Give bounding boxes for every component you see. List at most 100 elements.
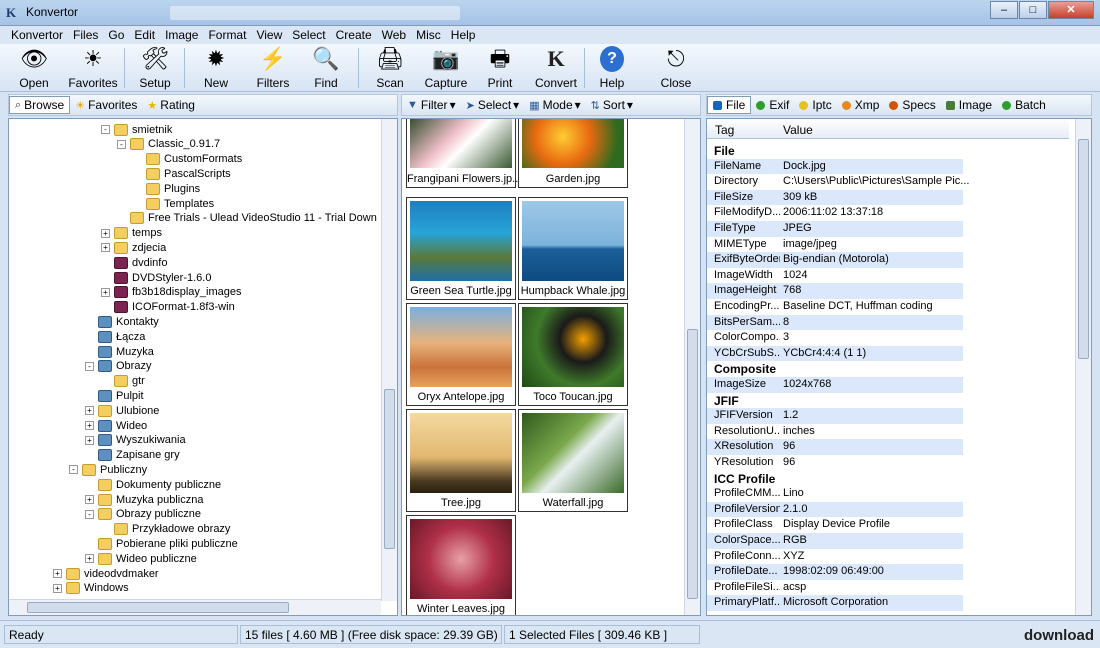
tag-column-header[interactable]: Tag bbox=[715, 123, 734, 137]
property-row[interactable]: PrimaryPlatf... Microsoft Corporation bbox=[707, 595, 1069, 611]
tree-item[interactable]: - Classic_0.91.7 bbox=[117, 137, 220, 152]
tree-item[interactable]: Pobierane pliki publiczne bbox=[85, 536, 238, 551]
filter-dropdown[interactable]: ▼ Filter ▾ bbox=[402, 96, 461, 114]
property-row[interactable]: ColorSpace... RGB bbox=[707, 533, 1069, 549]
menu-files[interactable]: Files bbox=[68, 26, 103, 44]
tab-exif[interactable]: Exif bbox=[751, 96, 794, 114]
minimize-button[interactable]: – bbox=[990, 1, 1018, 19]
tree-item[interactable]: + Muzyka publiczna bbox=[85, 492, 203, 507]
select-dropdown[interactable]: ➤ Select ▾ bbox=[461, 96, 525, 114]
tree-expander-icon[interactable]: - bbox=[101, 125, 110, 134]
property-group-header[interactable]: Composite bbox=[707, 361, 1069, 377]
tree-item[interactable]: Zapisane gry bbox=[85, 448, 180, 463]
tree-expander-icon[interactable]: - bbox=[85, 509, 94, 519]
property-row[interactable]: FileType JPEG bbox=[707, 221, 1069, 237]
tab-batch[interactable]: Batch bbox=[997, 96, 1051, 114]
tab-xmp[interactable]: Xmp bbox=[837, 96, 885, 114]
tree-expander-icon[interactable]: + bbox=[85, 406, 94, 416]
thumbnail[interactable]: Humpback Whale.jpg bbox=[518, 197, 628, 300]
property-row[interactable]: ExifByteOrder Big-endian (Motorola) bbox=[707, 252, 1069, 268]
maximize-button[interactable]: □ bbox=[1019, 1, 1047, 19]
tree-item[interactable]: Przykładowe obrazy bbox=[101, 522, 230, 537]
tree-item[interactable]: Muzyka bbox=[85, 344, 154, 359]
thumbnails-vertical-scrollbar[interactable] bbox=[684, 119, 700, 615]
setup-button[interactable]: 🛠 Setup bbox=[132, 46, 178, 90]
tree-item[interactable]: Pulpit bbox=[85, 388, 144, 403]
thumbnail[interactable]: Garden.jpg bbox=[518, 119, 628, 188]
property-group-header[interactable]: ICC Profile bbox=[707, 471, 1069, 487]
print-button[interactable]: 🖶 Print bbox=[478, 46, 522, 90]
thumbnail[interactable]: Waterfall.jpg bbox=[518, 409, 628, 512]
tree-expander-icon[interactable]: - bbox=[85, 361, 94, 371]
property-row[interactable]: FileModifyD... 2006:11:02 13:37:18 bbox=[707, 205, 1069, 221]
property-row[interactable]: ProfileClass Display Device Profile bbox=[707, 517, 1069, 533]
filters-button[interactable]: ⚡ Filters bbox=[250, 46, 296, 90]
properties-vertical-scrollbar[interactable] bbox=[1075, 119, 1091, 615]
mode-dropdown[interactable]: ▦ Mode ▾ bbox=[524, 96, 585, 114]
menu-konvertor[interactable]: Konvertor bbox=[6, 26, 68, 44]
convert-button[interactable]: K Convert bbox=[530, 46, 582, 90]
tree-item[interactable]: PascalScripts bbox=[133, 166, 231, 181]
tab-file[interactable]: File bbox=[707, 96, 752, 114]
thumbnails-scroll-thumb[interactable] bbox=[687, 329, 698, 599]
tree-item[interactable]: + Ulubione bbox=[85, 403, 159, 418]
tab-iptc[interactable]: Iptc bbox=[794, 96, 836, 114]
property-row[interactable]: ImageSize 1024x768 bbox=[707, 377, 1069, 393]
tab-rating[interactable]: ★ Rating bbox=[142, 96, 200, 114]
thumbnail[interactable]: Frangipani Flowers.jp... bbox=[406, 119, 521, 188]
tab-specs[interactable]: Specs bbox=[884, 96, 940, 114]
menu-web[interactable]: Web bbox=[377, 26, 411, 44]
menu-format[interactable]: Format bbox=[203, 26, 251, 44]
menu-image[interactable]: Image bbox=[160, 26, 203, 44]
tree-expander-icon[interactable]: - bbox=[69, 465, 78, 475]
menu-view[interactable]: View bbox=[251, 26, 287, 44]
thumbnail[interactable]: Tree.jpg bbox=[406, 409, 516, 512]
menu-help[interactable]: Help bbox=[446, 26, 481, 44]
tree-expander-icon[interactable]: - bbox=[117, 139, 126, 149]
tree-item[interactable]: Łącza bbox=[85, 329, 145, 344]
tree-expander-icon[interactable]: + bbox=[85, 421, 94, 430]
favorites-button[interactable]: ☀ Favorites bbox=[64, 46, 122, 90]
thumbnail[interactable]: Toco Toucan.jpg bbox=[518, 303, 628, 406]
tree-item[interactable]: + Wyszukiwania bbox=[85, 433, 186, 448]
thumbnail[interactable]: Green Sea Turtle.jpg bbox=[406, 197, 516, 300]
properties-scroll-thumb[interactable] bbox=[1078, 139, 1089, 359]
tree-vertical-scrollbar[interactable] bbox=[381, 119, 397, 601]
property-row[interactable]: ColorCompo... 3 bbox=[707, 330, 1069, 346]
tree-expander-icon[interactable]: + bbox=[85, 554, 94, 564]
tree-item[interactable]: gtr bbox=[101, 374, 145, 389]
tree-item[interactable]: - Publiczny bbox=[69, 462, 147, 477]
menu-select[interactable]: Select bbox=[287, 26, 330, 44]
help-button[interactable]: ? Help bbox=[592, 46, 632, 90]
property-row[interactable]: FileSize 309 kB bbox=[707, 189, 1069, 206]
tree-hscroll-thumb[interactable] bbox=[27, 602, 289, 613]
tree-expander-icon[interactable]: + bbox=[85, 435, 94, 445]
new-button[interactable]: ✹ New bbox=[192, 46, 240, 90]
tree-item[interactable]: - Obrazy publiczne bbox=[85, 507, 201, 522]
tree-item[interactable]: + Wideo publiczne bbox=[85, 551, 197, 566]
menu-go[interactable]: Go bbox=[103, 26, 129, 44]
property-row[interactable]: XResolution 96 bbox=[707, 439, 1069, 455]
property-row[interactable]: YCbCrSubS... YCbCr4:4:4 (1 1) bbox=[707, 345, 1069, 362]
tree-expander-icon[interactable]: + bbox=[101, 228, 110, 238]
property-group-header[interactable]: File bbox=[707, 143, 1069, 159]
property-row[interactable]: Directory C:\Users\Public\Pictures\Sample… bbox=[707, 174, 1069, 190]
capture-button[interactable]: 📷 Capture bbox=[420, 46, 472, 90]
property-group-header[interactable]: JFIF bbox=[707, 393, 1069, 409]
tree-item[interactable]: ICOFormat-1.8f3-win bbox=[101, 300, 235, 315]
open-button[interactable]: 👁 Open bbox=[8, 46, 60, 90]
property-row[interactable]: ProfileFileSi... acsp bbox=[707, 580, 1069, 596]
property-row[interactable]: MIMEType image/jpeg bbox=[707, 237, 1069, 253]
tab-favorites[interactable]: ☀ Favorites bbox=[70, 96, 142, 114]
property-row[interactable]: EncodingPr... Baseline DCT, Huffman codin… bbox=[707, 299, 1069, 315]
tree-item[interactable]: CustomFormats bbox=[133, 152, 242, 167]
tree-item[interactable]: Plugins bbox=[133, 181, 200, 196]
tree-item[interactable]: dvdinfo bbox=[101, 255, 167, 270]
tree-item[interactable]: DVDStyler-1.6.0 bbox=[101, 270, 211, 285]
close-button[interactable]: ⎋ Close bbox=[652, 46, 700, 90]
tree-item[interactable]: - Obrazy bbox=[85, 359, 151, 374]
tree-expander-icon[interactable]: + bbox=[53, 569, 62, 578]
tree-item[interactable]: Kontakty bbox=[85, 314, 159, 329]
property-row[interactable]: ResolutionU... inches bbox=[707, 424, 1069, 440]
property-row[interactable]: ProfileVersion 2.1.0 bbox=[707, 501, 1069, 518]
